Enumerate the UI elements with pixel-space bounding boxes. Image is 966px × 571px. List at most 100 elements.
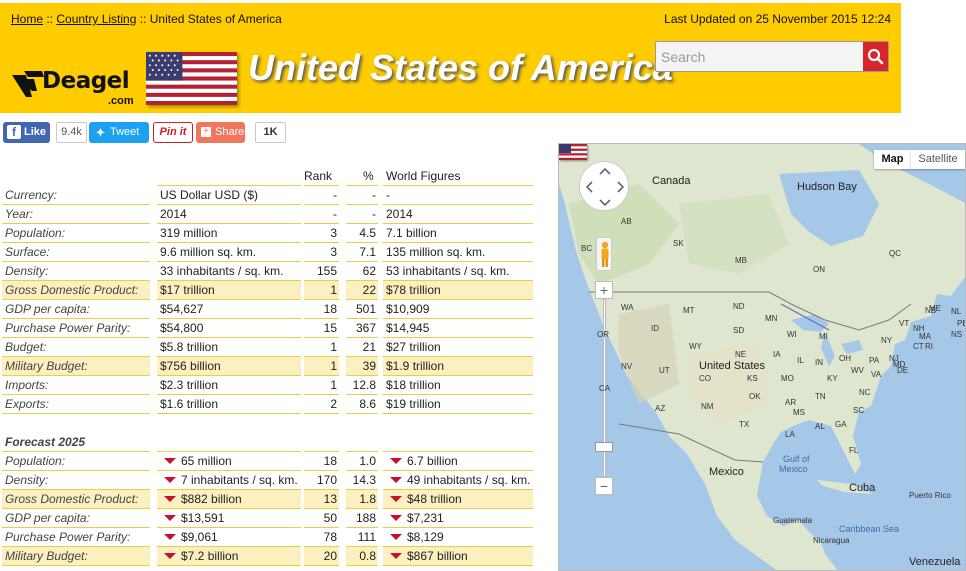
row-label-text: Density: — [5, 264, 49, 278]
row-world-figure-text: 53 inhabitants / sq. km. — [386, 264, 510, 278]
row-value: $1.6 trillion — [157, 395, 301, 414]
decrease-arrow-icon — [164, 515, 176, 522]
row-percent: 62 — [346, 262, 378, 281]
zoom-slider-thumb[interactable] — [595, 442, 613, 452]
breadcrumb-country-listing-link[interactable]: Country Listing — [56, 12, 136, 26]
row-percent-text: 367 — [355, 321, 376, 335]
row-percent-text: 1.8 — [359, 492, 376, 506]
row-label-text: Population: — [5, 226, 66, 240]
row-percent-text: 111 — [357, 530, 376, 544]
logo-domain: .com — [108, 95, 134, 107]
row-percent-text: 501 — [355, 302, 376, 316]
row-label-text: Exports: — [5, 397, 50, 411]
deagel-logo[interactable]: Deagel .com — [12, 68, 138, 111]
row-value-text: US Dollar USD ($) — [160, 188, 259, 202]
page-title: United States of America — [248, 47, 673, 88]
row-world-figure: $1.9 trillion — [383, 357, 533, 376]
row-rank: 15 — [304, 319, 339, 338]
breadcrumb-home-link[interactable]: Home — [11, 12, 43, 26]
row-percent: 0.8 — [346, 547, 378, 566]
table-row: Military Budget: $756 billion 1 39 $1.9 tril… — [2, 357, 533, 376]
row-percent-text: 22 — [362, 283, 376, 297]
map-label-ms: MS — [793, 408, 805, 417]
map-label-nv: NV — [621, 362, 633, 371]
table-row: GDP per capita: $13,591 50 188 $7,231 — [2, 509, 533, 528]
row-percent: 22 — [346, 281, 378, 300]
row-rank: - — [304, 186, 339, 205]
row-value: 33 inhabitants / sq. km. — [157, 262, 301, 281]
row-rank: 170 — [304, 471, 339, 490]
row-label-text: Year: — [5, 207, 34, 221]
row-label: Imports: — [2, 376, 150, 395]
decrease-arrow-icon — [164, 496, 176, 503]
breadcrumb-separator: :: — [43, 12, 57, 26]
row-value: 7 inhabitants / sq. km. — [157, 471, 301, 490]
us-flag-map-marker[interactable] — [559, 144, 587, 160]
decrease-arrow-icon — [390, 477, 402, 484]
zoom-out-button[interactable]: − — [595, 477, 613, 495]
map-label-pr: Puerto Rico — [909, 491, 951, 500]
row-value-text: $54,627 — [160, 302, 204, 316]
tweet-button[interactable]: ✦ Tweet — [89, 122, 149, 143]
breadcrumb-separator: :: — [136, 12, 150, 26]
row-label-text: Purchase Power Parity: — [5, 321, 131, 335]
decrease-arrow-icon — [390, 496, 402, 503]
row-percent-text: 4.5 — [359, 226, 376, 240]
decrease-arrow-icon — [164, 477, 176, 484]
country-map[interactable]: Map Satellite + − Canada Hudson Bay United… — [558, 143, 966, 571]
decrease-arrow-icon — [390, 458, 402, 465]
row-world-figure-text: - — [386, 188, 390, 202]
map-type-satellite-button[interactable]: Satellite — [911, 150, 965, 169]
zoom-in-button[interactable]: + — [595, 281, 613, 299]
facebook-like-button[interactable]: f Like — [3, 122, 50, 143]
row-value: $54,800 — [157, 319, 301, 338]
map-label-mt: MT — [683, 306, 695, 315]
map-label-mb: MB — [735, 256, 747, 265]
row-label: Year: — [2, 205, 150, 224]
row-world-figure-text: $78 trillion — [386, 283, 441, 297]
row-value: $13,591 — [157, 509, 301, 528]
search-input[interactable] — [656, 42, 864, 71]
map-pan-control[interactable] — [579, 161, 629, 211]
row-rank-text: 18 — [323, 302, 337, 316]
forecast-blank — [383, 433, 533, 452]
row-rank-text: 78 — [323, 530, 337, 544]
share-label: Share — [215, 126, 245, 138]
row-rank-text: 15 — [323, 321, 337, 335]
pin-it-button[interactable]: Pin it — [153, 122, 193, 143]
row-value-text: 9.6 million sq. km. — [160, 245, 257, 259]
row-rank: 3 — [304, 224, 339, 243]
street-view-pegman-icon[interactable] — [596, 237, 612, 271]
row-rank-text: 18 — [323, 454, 337, 468]
map-label-ia: IA — [773, 350, 781, 359]
row-world-figure-text: 7.1 billion — [386, 226, 437, 240]
row-label: Surface: — [2, 243, 150, 262]
row-rank: 18 — [304, 452, 339, 471]
row-value-text: $5.8 trillion — [160, 340, 219, 354]
map-label-mn: MN — [765, 314, 778, 323]
row-value: $9,061 — [157, 528, 301, 547]
search-button[interactable] — [863, 42, 888, 71]
row-label-text: Density: — [5, 473, 49, 487]
forecast-blank — [346, 433, 378, 452]
row-world-figure: 7.1 billion — [383, 224, 533, 243]
map-label-ca: CA — [599, 384, 611, 393]
decrease-arrow-icon — [390, 553, 402, 560]
map-label-nd: ND — [733, 302, 745, 311]
map-label-ri: RI — [925, 342, 933, 351]
table-row: Density: 33 inhabitants / sq. km. 155 62 53 … — [2, 262, 533, 281]
row-rank: 50 — [304, 509, 339, 528]
map-type-map-button[interactable]: Map — [874, 150, 911, 169]
row-rank: 1 — [304, 376, 339, 395]
map-label-ky: KY — [827, 374, 838, 383]
row-world-figure: $19 trillion — [383, 395, 533, 414]
facebook-like-count: 9.4k — [56, 122, 87, 143]
row-value: 65 million — [157, 452, 301, 471]
share-button[interactable]: + Share — [196, 122, 245, 143]
map-label-la: LA — [785, 430, 795, 439]
row-rank-text: 1 — [330, 283, 337, 297]
row-rank: 13 — [304, 490, 339, 509]
row-label-text: Military Budget: — [5, 359, 88, 373]
header-percent: % — [346, 167, 378, 186]
row-value: $17 trillion — [157, 281, 301, 300]
